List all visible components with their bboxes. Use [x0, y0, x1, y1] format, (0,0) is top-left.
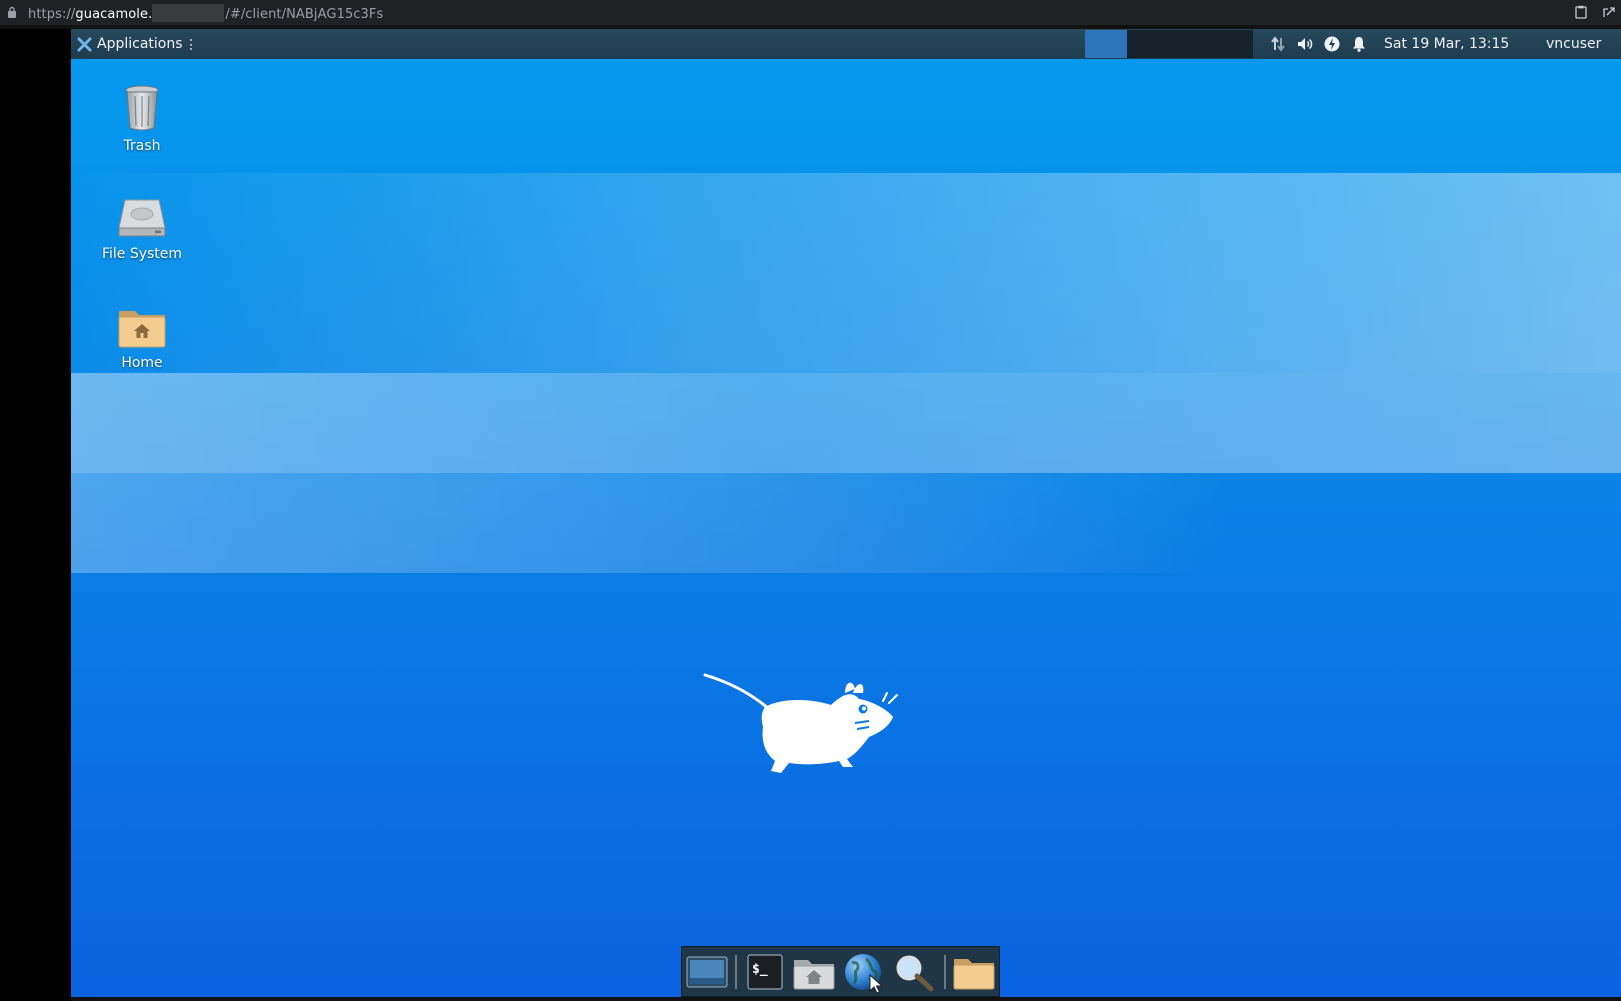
desktop-icon-label: Home — [121, 355, 163, 371]
xfce-logo-icon — [77, 36, 92, 52]
wallpaper-band — [71, 173, 1621, 373]
remote-desktop[interactable]: Applications Sat 19 Mar, 13:15 vncuser T… — [71, 29, 1621, 1001]
bottom-dock: $_ — [681, 946, 1000, 997]
volume-icon[interactable] — [1296, 35, 1314, 53]
notification-bell-icon[interactable] — [1350, 35, 1368, 53]
file-manager-icon[interactable] — [792, 951, 836, 993]
lock-icon — [8, 6, 16, 18]
terminal-icon[interactable]: $_ — [743, 951, 787, 993]
panel-handle[interactable] — [189, 38, 195, 50]
url-host: guacamole. — [75, 7, 153, 22]
workspace-1-button[interactable] — [1085, 30, 1127, 58]
drive-icon — [118, 199, 166, 237]
desktop-icon-file-system[interactable]: File System — [82, 194, 202, 262]
panel-clock[interactable]: Sat 19 Mar, 13:15 — [1384, 36, 1509, 52]
network-icon[interactable] — [1269, 35, 1287, 53]
dock-separator — [735, 955, 737, 989]
workspace-2-button[interactable] — [1127, 30, 1169, 58]
left-gutter — [0, 29, 71, 1001]
terminal-glyph: $_ — [752, 962, 768, 977]
system-tray — [1269, 29, 1377, 59]
url-scheme: https:// — [28, 7, 76, 22]
redacted-domain — [152, 4, 225, 22]
dock-separator — [944, 955, 946, 989]
url-path: /#/client/NABjAG15c3Fs — [225, 7, 384, 22]
url-field[interactable]: https://guacamole. /#/client/NABjAG15c3Fs — [28, 4, 383, 22]
top-panel: Applications Sat 19 Mar, 13:15 vncuser — [71, 29, 1621, 59]
wallpaper-band — [71, 473, 1621, 573]
power-icon[interactable] — [1323, 35, 1341, 53]
workspace-4-button[interactable] — [1211, 30, 1253, 58]
desktop-icon-trash[interactable]: Trash — [82, 84, 202, 154]
desktop-icon-label: File System — [101, 246, 183, 262]
desktop-bottom-edge — [71, 997, 1621, 1001]
trash-icon — [125, 85, 159, 131]
panel-user[interactable]: vncuser — [1546, 36, 1601, 52]
applications-menu-button[interactable]: Applications — [71, 29, 201, 59]
show-desktop-icon[interactable] — [685, 951, 729, 993]
folder-icon[interactable] — [952, 951, 996, 993]
clipboard-icon[interactable] — [1574, 5, 1588, 19]
desktop-icon-label: Trash — [123, 138, 161, 154]
applications-label: Applications — [97, 36, 183, 52]
home-folder-icon — [118, 311, 166, 348]
share-icon[interactable] — [1602, 5, 1616, 19]
browser-address-bar: https://guacamole. /#/client/NABjAG15c3Fs — [0, 0, 1621, 25]
globe-icon[interactable] — [842, 951, 886, 993]
xfce-mouse-logo — [703, 673, 898, 773]
wallpaper-band — [71, 373, 1621, 473]
desktop-icon-home[interactable]: Home — [82, 305, 202, 371]
magnifier-icon[interactable] — [892, 951, 936, 993]
workspace-3-button[interactable] — [1169, 30, 1211, 58]
